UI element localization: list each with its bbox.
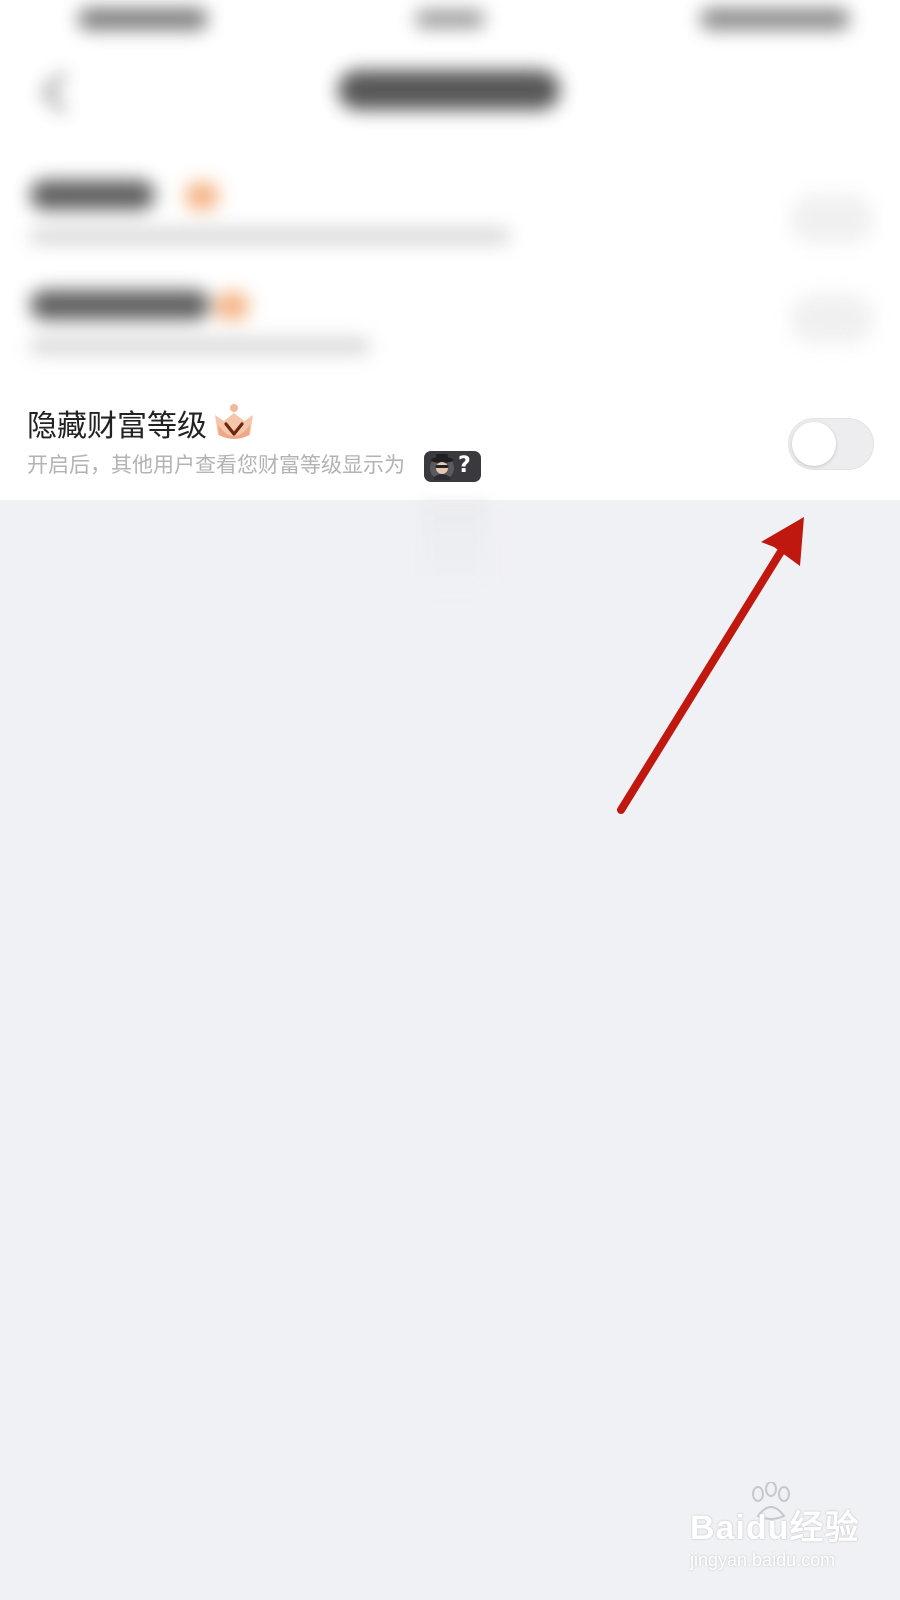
back-icon[interactable] xyxy=(41,71,84,114)
hide-wealth-level-toggle[interactable] xyxy=(788,418,874,470)
blurred-setting-row xyxy=(0,290,900,390)
hide-wealth-level-row: 隐藏财富等级 开启后，其他用户查看您财富等级显示为 ? xyxy=(0,395,900,500)
status-bar xyxy=(0,0,900,44)
watermark: Baidu经验 jingyan.baidu.com xyxy=(690,1482,890,1590)
blurred-setting-row xyxy=(0,180,900,280)
decorative-shadow xyxy=(420,500,490,590)
setting-description: 开启后，其他用户查看您财富等级显示为 xyxy=(27,453,405,477)
mystery-wealth-badge: ? xyxy=(424,451,481,482)
badge-question-mark: ? xyxy=(458,453,471,478)
crown-icon xyxy=(215,404,253,439)
nav-title xyxy=(338,70,560,110)
setting-title: 隐藏财富等级 xyxy=(27,409,207,444)
watermark-url: jingyan.baidu.com xyxy=(690,1550,836,1570)
watermark-brand: Baidu经验 xyxy=(690,1509,860,1547)
blurred-header-area xyxy=(0,0,900,395)
nav-bar xyxy=(0,60,900,120)
privacy-settings-screen: 隐藏财富等级 开启后，其他用户查看您财富等级显示为 ? Baidu经验 jing… xyxy=(0,0,900,1600)
toggle-knob xyxy=(792,422,836,466)
hooded-avatar-icon xyxy=(430,454,454,480)
